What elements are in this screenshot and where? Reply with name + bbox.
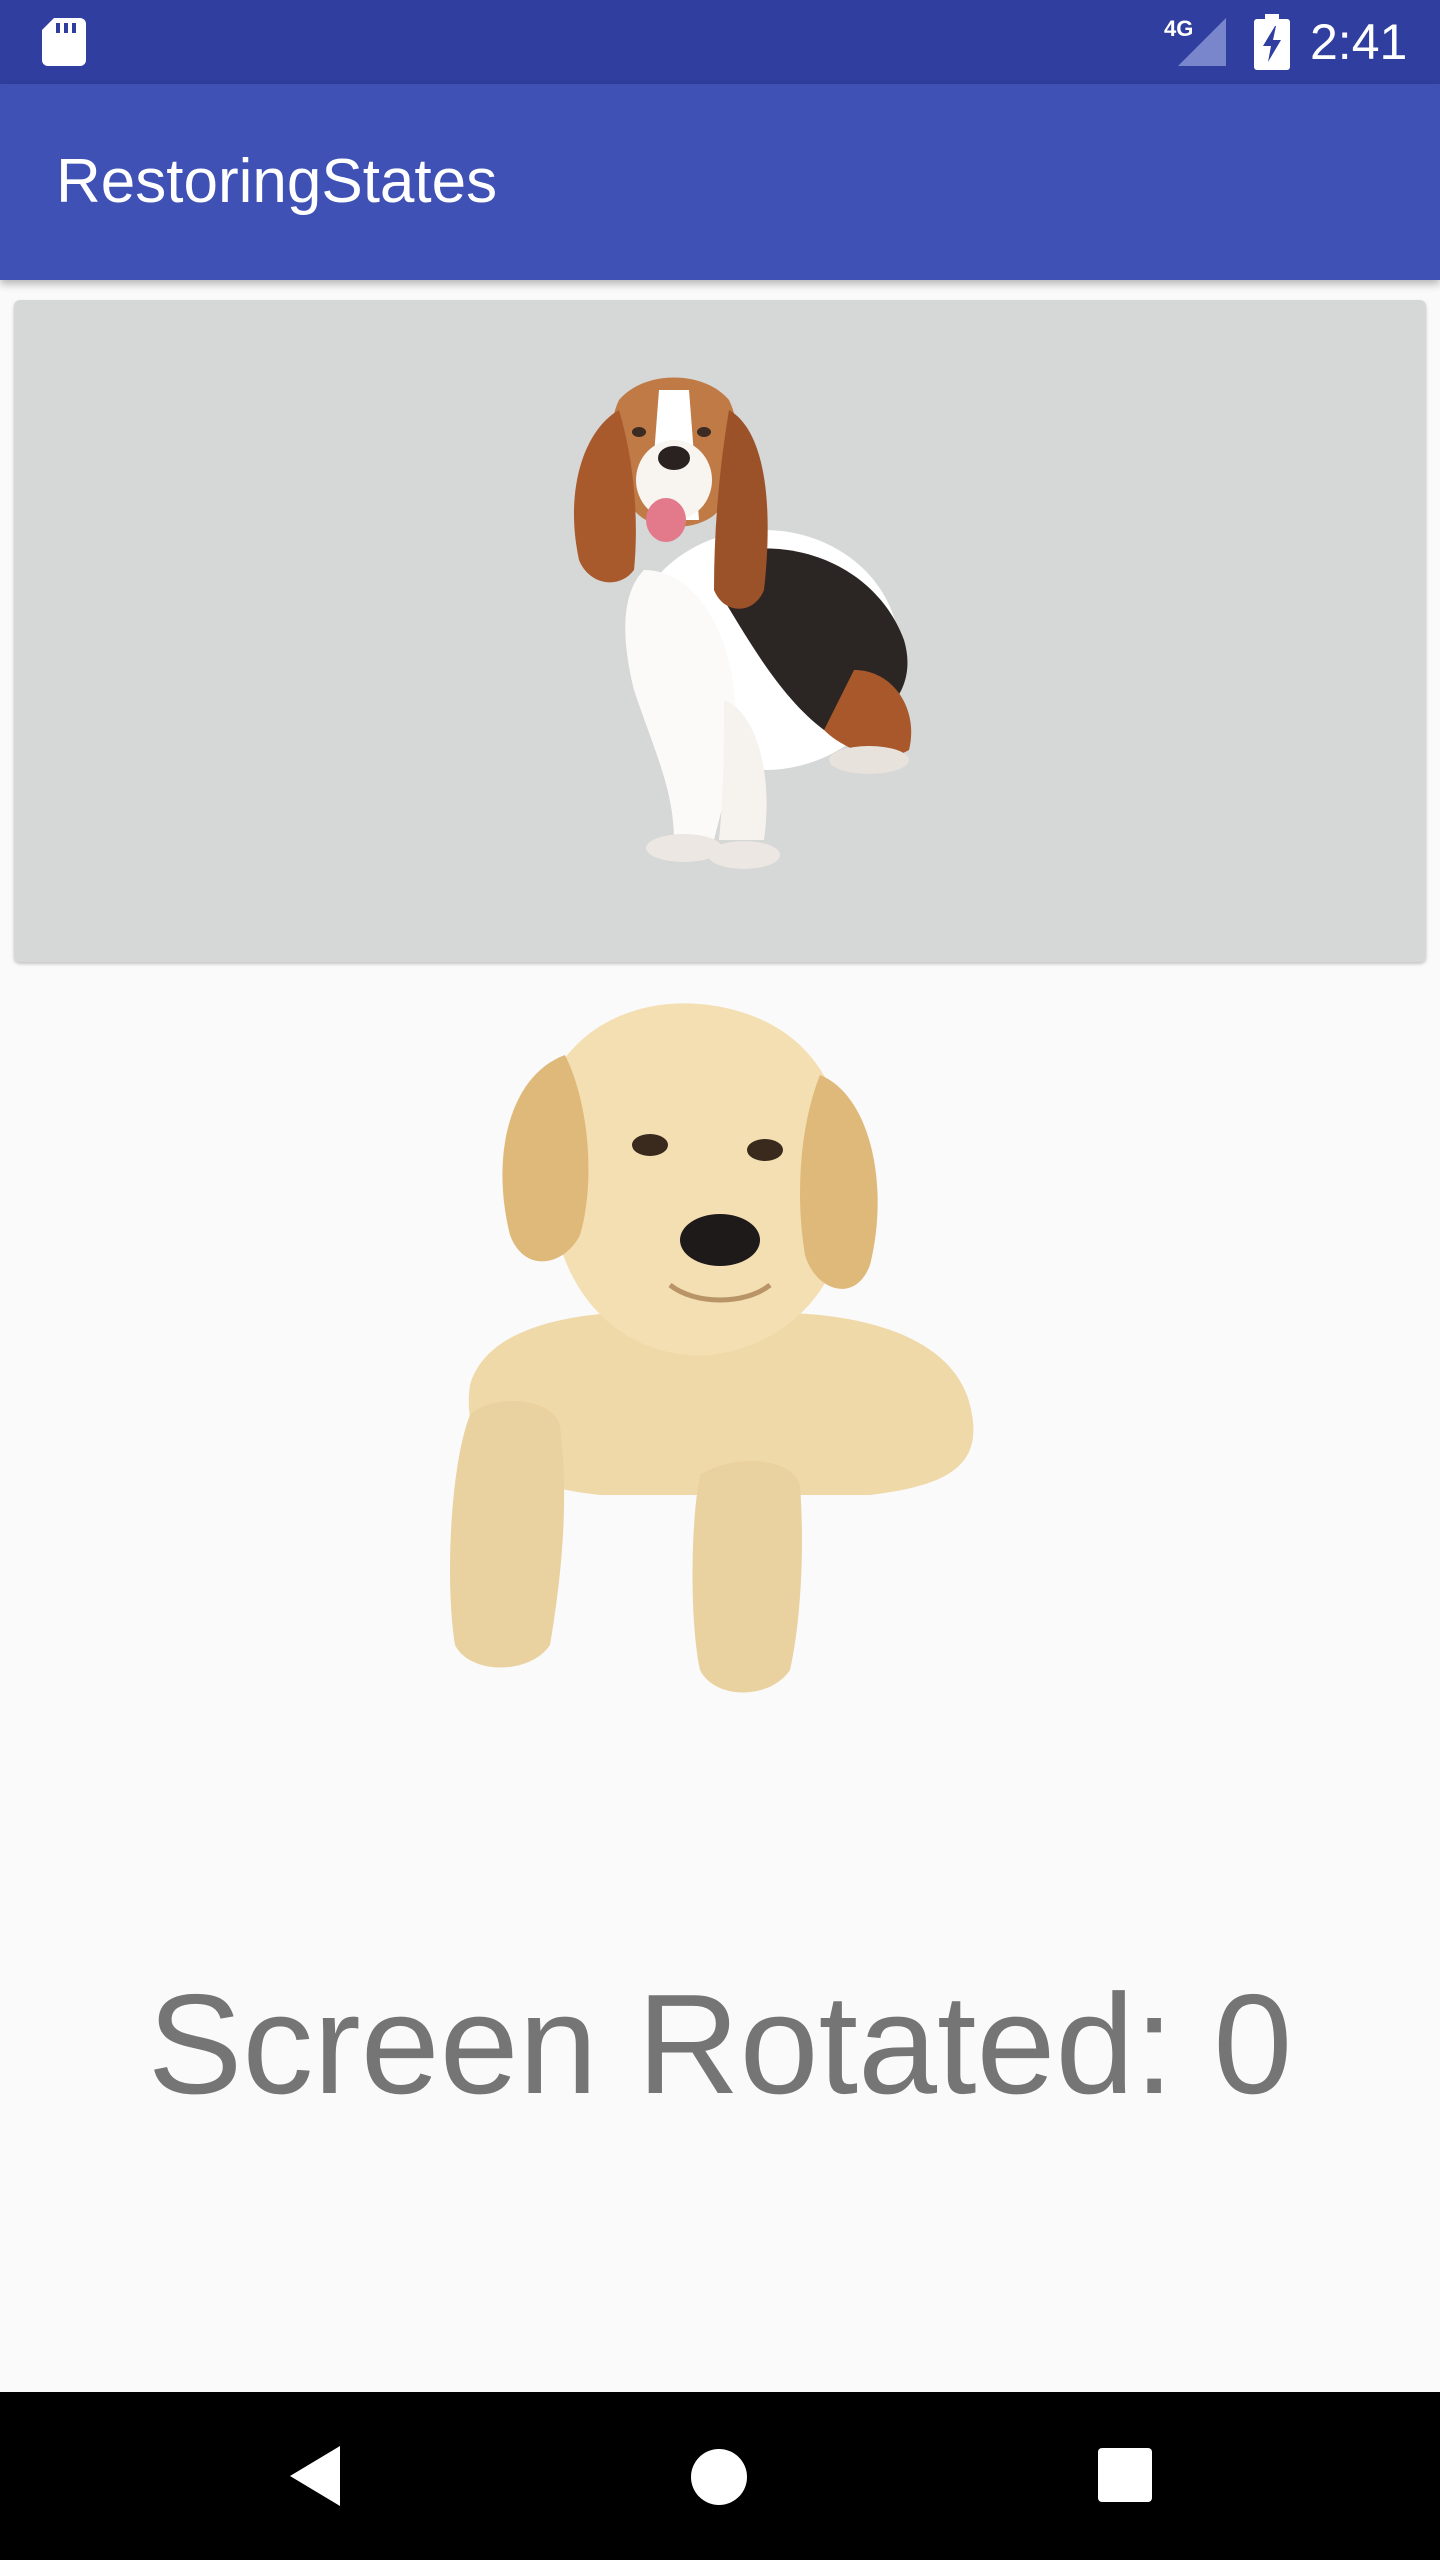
basset-hound-image [573, 377, 912, 869]
golden-retriever-puppy-image [450, 1003, 974, 1693]
app-title: RestoringStates [56, 147, 498, 216]
status-bar: 4G 2:41 [0, 0, 1440, 84]
dog-image-button[interactable] [14, 300, 1426, 962]
status-clock: 2:41 [1310, 14, 1408, 70]
recents-icon[interactable] [1098, 2448, 1152, 2502]
app-bar: RestoringStates [0, 84, 1440, 280]
network-type-label: 4G [1164, 16, 1193, 41]
home-icon[interactable] [690, 2448, 748, 2506]
rotation-count-text: Screen Rotated: 0 [147, 1965, 1293, 2124]
battery-charging-icon [1254, 14, 1290, 70]
back-icon[interactable] [286, 2444, 346, 2508]
cell-signal-icon: 4G [1164, 16, 1226, 66]
navigation-bar [0, 2392, 1440, 2560]
sd-card-icon [42, 18, 86, 66]
